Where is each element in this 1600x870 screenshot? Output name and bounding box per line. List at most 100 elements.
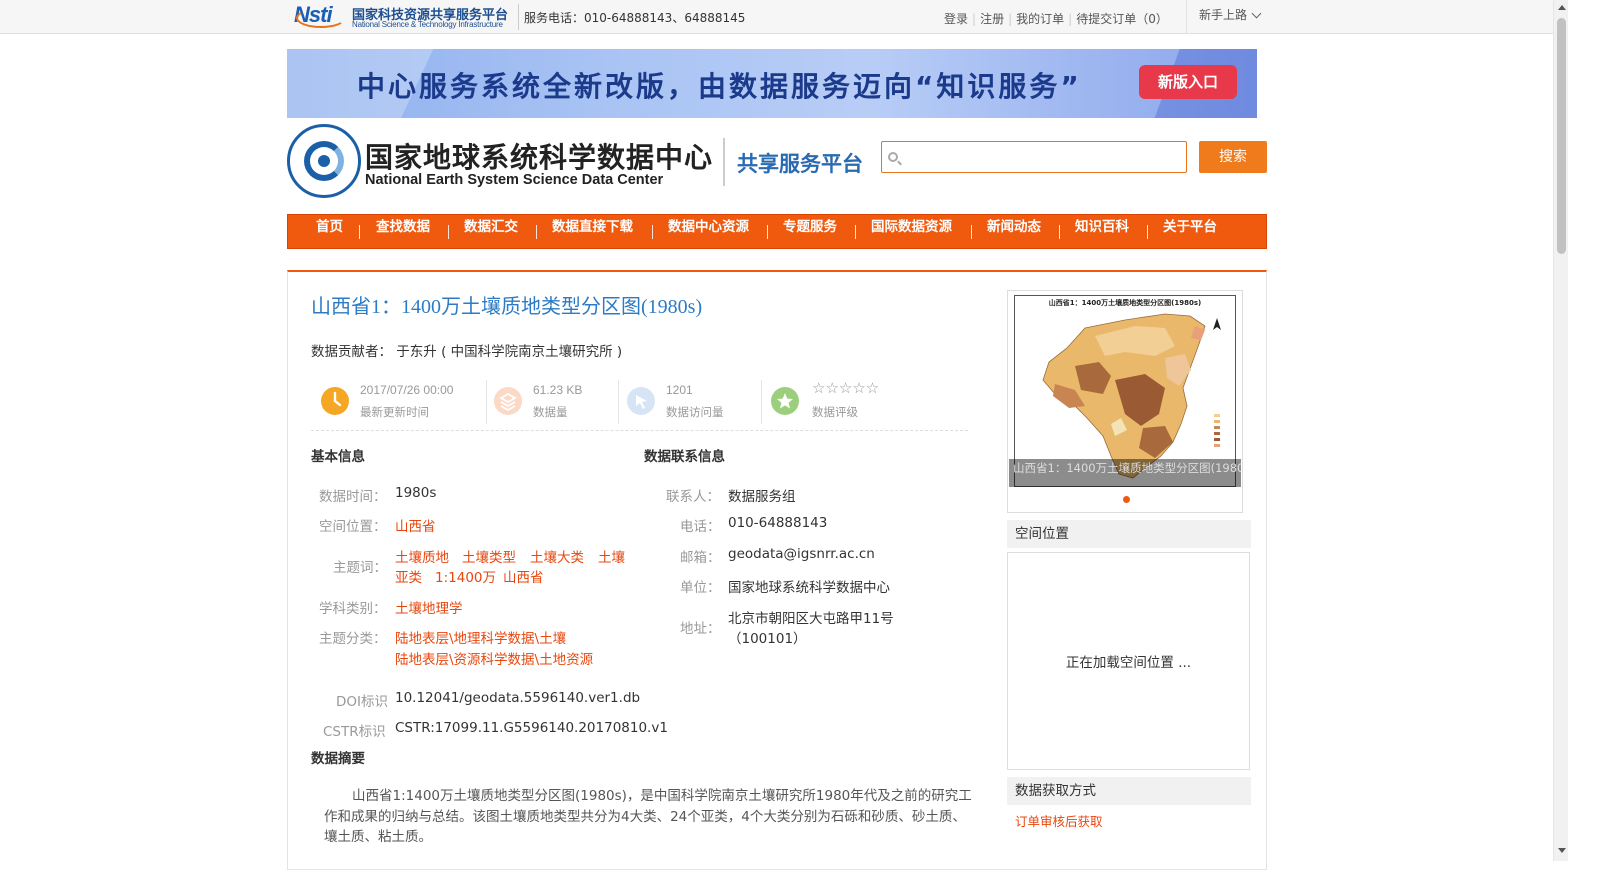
- stat-value: 1201: [666, 383, 693, 397]
- divider: [518, 4, 519, 30]
- abstract-heading: 数据摘要: [311, 751, 365, 767]
- divider: [311, 430, 968, 431]
- guide-label: 新手上路: [1199, 8, 1248, 22]
- stat-label: 数据量: [533, 405, 568, 419]
- email-value: geodata@igsnrr.ac.cn: [728, 546, 875, 562]
- divider: [723, 138, 725, 186]
- service-phone: 服务电话：010-64888143、64888145: [524, 11, 746, 25]
- cstr-value: CSTR:17099.11.G5596140.20170810.v1: [395, 720, 668, 736]
- rating-stars[interactable]: ☆☆☆☆☆: [812, 379, 879, 397]
- map-title: 山西省1：1400万土壤质地类型分区图(1980s): [1048, 299, 1202, 307]
- nav-topic-services[interactable]: 专题服务: [783, 215, 837, 249]
- basic-info-heading: 基本信息: [311, 449, 365, 465]
- scroll-thumb[interactable]: [1557, 18, 1566, 254]
- email-key: 邮箱：: [680, 550, 721, 566]
- keyword-link[interactable]: 土壤大类: [530, 546, 584, 566]
- data-acquire-heading: 数据获取方式: [1007, 777, 1251, 805]
- nsti-logo[interactable]: Nsti 国家科技资源共享服务平台 National Science & Tec…: [294, 2, 514, 30]
- platform-title: 共享服务平台: [737, 152, 863, 176]
- stat-label: 数据访问量: [666, 405, 724, 419]
- subject-link[interactable]: 土壤地理学: [395, 597, 463, 617]
- new-version-button[interactable]: 新版入口: [1139, 65, 1237, 99]
- spatial-key: 空间位置：: [319, 519, 387, 535]
- dataset-title: 山西省1：1400万土壤质地类型分区图(1980s): [311, 296, 703, 318]
- top-links: 登录 | 注册 | 我的订单 | 待提交订单（0）: [944, 12, 1168, 26]
- search-input[interactable]: [904, 146, 1180, 168]
- stat-value: 2017/07/26 00:00: [360, 383, 454, 397]
- spatial-loading-text: 正在加载空间位置 ...: [1065, 655, 1192, 671]
- data-time-value: 1980s: [395, 485, 437, 501]
- category-link[interactable]: 陆地表层\地理科学数据\土壤: [395, 627, 566, 647]
- spatial-link[interactable]: 山西省: [395, 515, 436, 535]
- address-value: 北京市朝阳区大屯路甲11号: [728, 611, 894, 627]
- abstract-text: 山西省1:1400万土壤质地类型分区图(1980s)，是中国科学院南京土壤研究所…: [324, 788, 972, 845]
- stat-value: 61.23 KB: [533, 383, 583, 397]
- keyword-link[interactable]: 亚类: [395, 566, 422, 586]
- contact-person-value: 数据服务组: [728, 489, 796, 505]
- nsti-logo-mark: Nsti: [294, 2, 348, 30]
- geodata-seal-icon: [287, 124, 361, 198]
- geodata-logo-en: National Earth System Science Data Cente…: [365, 172, 664, 188]
- phone-key: 电话：: [680, 519, 721, 535]
- carousel-dot[interactable]: [1123, 496, 1130, 503]
- my-orders-link[interactable]: 我的订单: [1016, 12, 1064, 26]
- nav-data-submit[interactable]: 数据汇交: [464, 215, 518, 249]
- dataset-contributor: 数据贡献者： 于东升 ( 中国科学院南京土壤研究所 ): [311, 344, 623, 360]
- page-scrollbar[interactable]: [1553, 0, 1568, 861]
- stat-label: 最新更新时间: [360, 405, 429, 419]
- main-nav: 首页 查找数据 数据汇交 数据直接下载 数据中心资源 专题服务 国际数据资源 新…: [287, 214, 1267, 249]
- org-value: 国家地球系统科学数据中心: [728, 580, 890, 596]
- chevron-down-icon: [1251, 8, 1262, 19]
- contact-person-key: 联系人：: [666, 489, 720, 505]
- search-icon: [888, 152, 898, 162]
- nav-find-data[interactable]: 查找数据: [376, 215, 430, 249]
- top-bar: Nsti 国家科技资源共享服务平台 National Science & Tec…: [0, 0, 1553, 34]
- category-key: 主题分类：: [319, 631, 387, 647]
- nav-direct-download[interactable]: 数据直接下载: [552, 215, 633, 249]
- nav-news[interactable]: 新闻动态: [987, 215, 1041, 249]
- clock-icon: [321, 387, 349, 415]
- keyword-link[interactable]: 土壤: [598, 546, 625, 566]
- stat-label: 数据评级: [812, 405, 858, 419]
- geodata-logo[interactable]: 国家地球系统科学数据中心 National Earth System Scien…: [287, 124, 727, 200]
- keyword-link[interactable]: 山西省: [503, 566, 544, 586]
- nav-intl-resources[interactable]: 国际数据资源: [871, 215, 952, 249]
- phone-value: 010-64888143: [728, 515, 828, 531]
- promo-banner[interactable]: 中心服务系统全新改版，由数据服务迈向“知识服务” 新版入口: [287, 49, 1257, 118]
- address-postcode: （100101）: [728, 631, 807, 647]
- beginner-guide-dropdown[interactable]: 新手上路: [1186, 0, 1270, 34]
- nav-about[interactable]: 关于平台: [1163, 215, 1217, 249]
- spatial-location-map[interactable]: 正在加载空间位置 ...: [1007, 552, 1250, 770]
- keyword-link[interactable]: 土壤类型: [462, 546, 516, 566]
- nav-encyclopedia[interactable]: 知识百科: [1075, 215, 1129, 249]
- geodata-logo-cn: 国家地球系统科学数据中心: [365, 141, 714, 174]
- cstr-key: CSTR标识: [323, 724, 386, 740]
- thumbnail-carousel[interactable]: 山西省1：1400万土壤质地类型分区图(1980s) 山西省1：1400万土壤质…: [1007, 290, 1243, 513]
- keywords-key: 主题词：: [333, 560, 387, 576]
- doi-value: 10.12041/geodata.5596140.ver1.db: [395, 690, 641, 706]
- org-key: 单位：: [680, 580, 721, 596]
- scroll-down-icon[interactable]: [1558, 848, 1566, 853]
- keyword-link[interactable]: 土壤质地: [395, 546, 449, 566]
- map-caption: 山西省1：1400万土壤质地类型分区图(1980s): [1009, 459, 1241, 487]
- banner-text: 中心服务系统全新改版，由数据服务迈向“知识服务”: [357, 70, 1082, 103]
- layers-icon: [494, 387, 522, 415]
- search-button[interactable]: 搜索: [1199, 141, 1267, 173]
- search-box[interactable]: [881, 141, 1187, 173]
- star-badge-icon: [771, 387, 799, 415]
- nav-center-resources[interactable]: 数据中心资源: [668, 215, 749, 249]
- subject-key: 学科类别：: [319, 601, 387, 617]
- address-key: 地址：: [680, 621, 721, 637]
- login-link[interactable]: 登录: [944, 12, 968, 26]
- register-link[interactable]: 注册: [980, 12, 1004, 26]
- keyword-link[interactable]: 1:1400万: [435, 566, 496, 586]
- category-link[interactable]: 陆地表层\资源科学数据\土地资源: [395, 648, 593, 668]
- acquire-method-link[interactable]: 订单审核后获取: [1015, 811, 1103, 830]
- contact-heading: 数据联系信息: [644, 449, 725, 465]
- doi-key: DOI标识: [336, 694, 389, 710]
- pending-orders-link[interactable]: 待提交订单（0）: [1076, 12, 1168, 26]
- scroll-up-icon[interactable]: [1558, 5, 1566, 10]
- data-time-key: 数据时间：: [319, 489, 387, 505]
- nav-home[interactable]: 首页: [316, 215, 343, 249]
- nsti-logo-en: National Science & Technology Infrastruc…: [352, 20, 503, 29]
